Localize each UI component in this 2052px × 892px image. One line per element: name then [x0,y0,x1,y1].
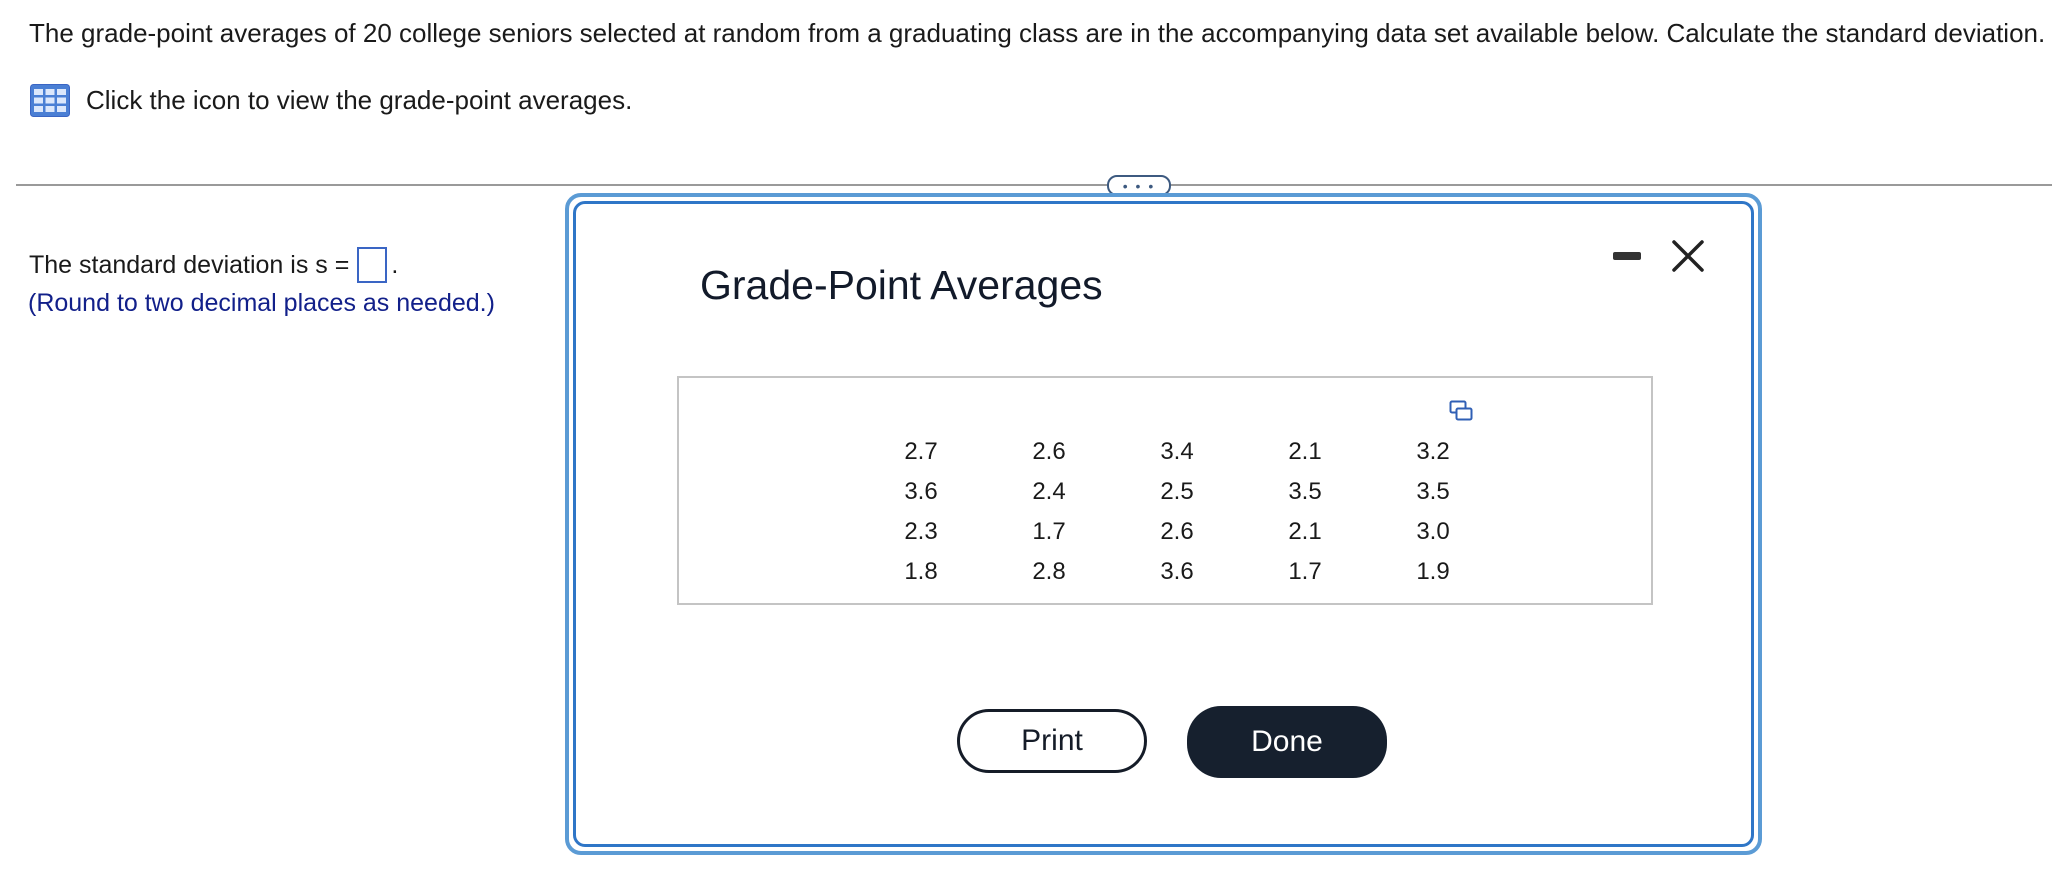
table-cell: 3.0 [1416,518,1450,545]
table-cell: 1.8 [904,558,938,585]
data-dialog: Grade-Point Averages 2.7 2.6 3.4 2.1 3.2… [565,193,1762,855]
table-cell: 3.6 [904,478,938,505]
question-text: The grade-point averages of 20 college s… [29,18,2046,48]
hint-row: Click the icon to view the grade-point a… [30,84,632,117]
data-table-icon[interactable] [30,84,70,117]
copy-icon[interactable] [1449,400,1473,422]
table-row: 3.6 2.4 2.5 3.5 3.5 [857,472,1497,512]
table-row: 2.7 2.6 3.4 2.1 3.2 [857,432,1497,472]
table-row: 2.3 1.7 2.6 2.1 3.0 [857,512,1497,552]
table-cell: 2.6 [1032,438,1066,465]
grade-point-table: 2.7 2.6 3.4 2.1 3.2 3.6 2.4 2.5 3.5 3.5 [857,432,1497,592]
table-cell: 1.9 [1416,558,1450,585]
table-cell: 3.4 [1160,438,1194,465]
data-table-container: 2.7 2.6 3.4 2.1 3.2 3.6 2.4 2.5 3.5 3.5 [677,376,1653,605]
table-cell: 2.6 [1160,518,1194,545]
table-cell: 2.3 [904,518,938,545]
hint-text: Click the icon to view the grade-point a… [86,85,633,115]
table-cell: 2.1 [1288,438,1322,465]
close-icon[interactable] [1670,238,1706,274]
table-cell: 3.5 [1416,478,1450,505]
table-cell: 1.7 [1032,518,1066,545]
table-cell: 2.5 [1160,478,1194,505]
table-cell: 3.6 [1160,558,1194,585]
table-cell: 2.4 [1032,478,1066,505]
rounding-note: (Round to two decimal places as needed.) [28,289,495,317]
table-cell: 2.7 [904,438,938,465]
dialog-panel: Grade-Point Averages 2.7 2.6 3.4 2.1 3.2… [573,201,1754,847]
table-cell: 3.2 [1416,438,1450,465]
print-button[interactable]: Print [957,709,1147,773]
section-divider [16,184,2052,186]
minimize-icon[interactable] [1613,252,1641,260]
done-button[interactable]: Done [1187,706,1387,778]
table-cell: 2.8 [1032,558,1066,585]
answer-input[interactable] [357,247,388,283]
dialog-title: Grade-Point Averages [700,262,1103,308]
table-cell: 3.5 [1288,478,1322,505]
page: The grade-point averages of 20 college s… [0,0,2052,892]
table-cell: 1.7 [1288,558,1322,585]
answer-suffix: . [391,250,399,279]
answer-prefix: The standard deviation is s = [29,250,350,279]
table-cell: 2.1 [1288,518,1322,545]
answer-line: The standard deviation is s = . [29,247,398,283]
table-row: 1.8 2.8 3.6 1.7 1.9 [857,552,1497,592]
